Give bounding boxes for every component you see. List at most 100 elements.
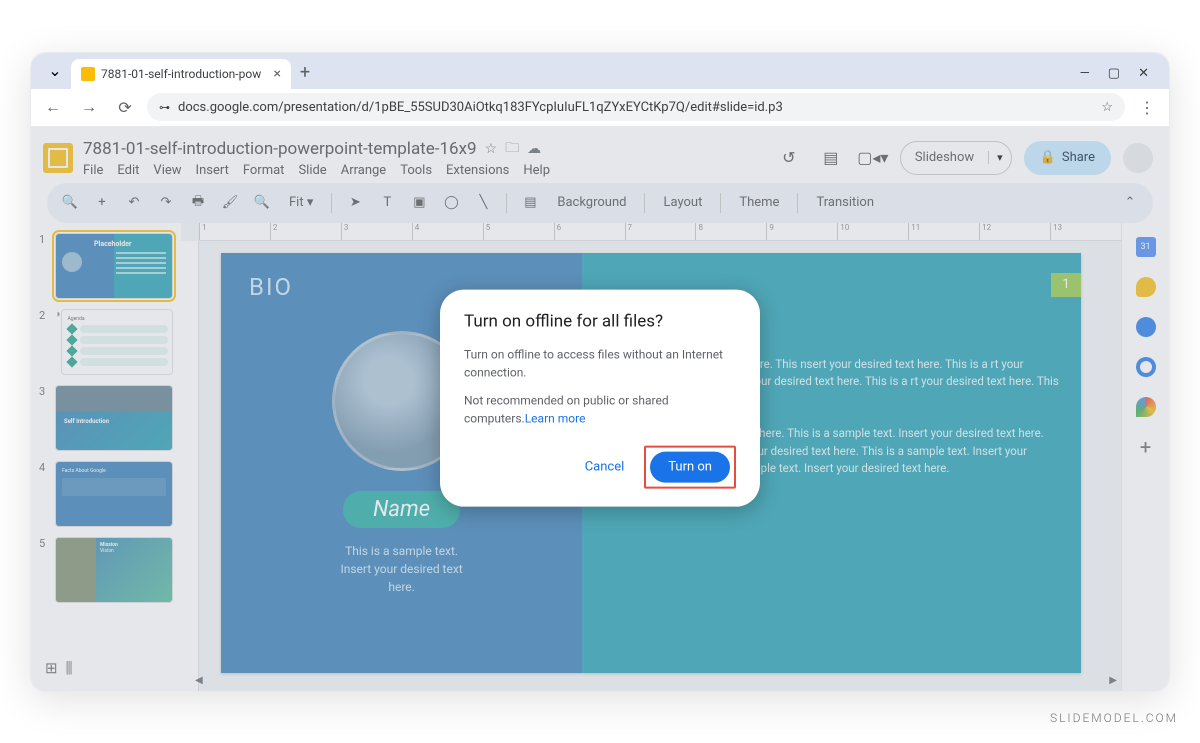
- addons-button[interactable]: +: [1136, 437, 1156, 457]
- modal-line-2: Not recommended on public or shared comp…: [464, 391, 736, 427]
- slideshow-dropdown[interactable]: ▾: [988, 151, 1011, 164]
- keep-icon[interactable]: [1136, 277, 1156, 297]
- background-button[interactable]: Background: [549, 195, 634, 210]
- doc-title[interactable]: 7881-01-self-introduction-powerpoint-tem…: [83, 139, 477, 159]
- thumbnail-panel: 1 Placeholder 2 ◑ Agenda 3: [31, 223, 181, 691]
- line-tool[interactable]: ╲: [470, 190, 496, 216]
- maps-icon[interactable]: [1136, 397, 1156, 417]
- select-tool[interactable]: ➤: [342, 190, 368, 216]
- shape-tool[interactable]: ◯: [438, 190, 464, 216]
- site-info-icon[interactable]: ⊶: [159, 101, 170, 114]
- menu-view[interactable]: View: [153, 163, 181, 178]
- slide-thumbnail-3[interactable]: Self Introduction: [55, 385, 173, 451]
- image-tool[interactable]: ▣: [406, 190, 432, 216]
- theme-button[interactable]: Theme: [731, 195, 787, 210]
- print-button[interactable]: 🖶: [185, 190, 211, 216]
- collapse-toolbar-button[interactable]: ⌃: [1117, 190, 1143, 216]
- browser-menu-button[interactable]: ⋮: [1133, 93, 1161, 121]
- menu-edit[interactable]: Edit: [117, 163, 139, 178]
- menu-file[interactable]: File: [83, 163, 103, 178]
- vertical-ruler[interactable]: [181, 241, 199, 691]
- zoom-icon[interactable]: 🔍: [249, 190, 275, 216]
- slide-thumbnail-2[interactable]: Agenda: [61, 309, 173, 375]
- transition-button[interactable]: Transition: [808, 195, 882, 210]
- toolbar: 🔍 + ↶ ↷ 🖶 🖌 🔍 Fit ▾ ➤ T ▣ ◯ ╲ ▤ Backgrou…: [47, 183, 1153, 223]
- slides-favicon: [81, 67, 95, 81]
- horizontal-ruler[interactable]: 12 34 56 78 910 1112 13: [199, 223, 1121, 241]
- menu-insert[interactable]: Insert: [196, 163, 229, 178]
- paint-format-button[interactable]: 🖌: [217, 190, 243, 216]
- browser-window: ⌄ 7881-01-self-introduction-pow × + — ▢ …: [30, 52, 1170, 692]
- grid-view-button[interactable]: ⊞: [45, 659, 58, 677]
- slide-thumbnail-5[interactable]: MissionVision: [55, 537, 173, 603]
- redo-button[interactable]: ↷: [153, 190, 179, 216]
- menu-bar: File Edit View Insert Format Slide Arran…: [83, 163, 550, 178]
- meet-icon[interactable]: ▢◂▾: [858, 143, 888, 173]
- url-field[interactable]: ⊶ docs.google.com/presentation/d/1pBE_55…: [147, 93, 1125, 121]
- new-slide-button[interactable]: +: [89, 190, 115, 216]
- learn-more-link[interactable]: Learn more: [525, 411, 586, 425]
- turn-on-button[interactable]: Turn on: [650, 451, 730, 482]
- lock-icon: 🔒: [1040, 150, 1056, 165]
- scroll-right-button[interactable]: ▶: [1105, 675, 1121, 686]
- maximize-button[interactable]: ▢: [1108, 66, 1120, 81]
- reload-button[interactable]: ⟳: [111, 93, 139, 121]
- contacts-icon[interactable]: [1136, 357, 1156, 377]
- forward-button[interactable]: →: [75, 93, 103, 121]
- close-window-button[interactable]: ✕: [1138, 66, 1149, 81]
- comments-icon[interactable]: ▤: [816, 143, 846, 173]
- calendar-icon[interactable]: [1136, 237, 1156, 257]
- offline-modal: Turn on offline for all files? Turn on o…: [440, 289, 760, 506]
- tab-strip: ⌄ 7881-01-self-introduction-pow × + — ▢ …: [31, 53, 1169, 89]
- new-tab-button[interactable]: +: [291, 59, 319, 87]
- modal-line-1: Turn on offline to access files without …: [464, 345, 736, 381]
- zoom-select[interactable]: Fit ▾: [281, 195, 321, 210]
- watermark: SLIDEMODEL.COM: [1050, 711, 1178, 725]
- slide-number-badge: 1: [1051, 273, 1081, 297]
- slide-thumbnail-4[interactable]: Facts About Google: [55, 461, 173, 527]
- tab-title: 7881-01-self-introduction-pow: [101, 67, 261, 81]
- close-tab-icon[interactable]: ×: [274, 66, 281, 82]
- menu-extensions[interactable]: Extensions: [446, 163, 509, 178]
- menu-slide[interactable]: Slide: [298, 163, 326, 178]
- layout-button[interactable]: Layout: [655, 195, 710, 210]
- menu-format[interactable]: Format: [243, 163, 285, 178]
- url-text: docs.google.com/presentation/d/1pBE_55SU…: [178, 100, 783, 115]
- slideshow-button[interactable]: Slideshow ▾: [900, 141, 1012, 175]
- horizontal-scrollbar[interactable]: ◀ ▶: [191, 675, 1121, 687]
- speaker-notes-icon: ◑: [54, 309, 60, 320]
- menu-tools[interactable]: Tools: [400, 163, 432, 178]
- cancel-button[interactable]: Cancel: [573, 451, 637, 482]
- back-button[interactable]: ←: [39, 93, 67, 121]
- account-avatar[interactable]: [1123, 143, 1153, 173]
- side-panel: +: [1121, 223, 1169, 691]
- sample-text-left: This is a sample text. Insert your desir…: [241, 542, 562, 596]
- cloud-status-icon[interactable]: ☁: [527, 141, 541, 157]
- history-icon[interactable]: ↺: [774, 143, 804, 173]
- undo-button[interactable]: ↶: [121, 190, 147, 216]
- scroll-left-button[interactable]: ◀: [191, 675, 207, 686]
- view-toggle: ⊞ ⫼: [45, 659, 72, 677]
- browser-tab[interactable]: 7881-01-self-introduction-pow ×: [71, 59, 291, 89]
- window-controls: — ▢ ✕: [1080, 66, 1161, 89]
- menu-arrange[interactable]: Arrange: [341, 163, 386, 178]
- share-button[interactable]: 🔒 Share: [1024, 141, 1111, 175]
- search-icon[interactable]: 🔍: [57, 190, 83, 216]
- menu-help[interactable]: Help: [523, 163, 550, 178]
- bookmark-icon[interactable]: ☆: [1101, 100, 1113, 115]
- textbox-tool[interactable]: T: [374, 190, 400, 216]
- move-icon[interactable]: 🗀: [505, 137, 519, 161]
- slides-logo-icon[interactable]: [43, 143, 73, 173]
- comment-button[interactable]: ▤: [517, 190, 543, 216]
- modal-title: Turn on offline for all files?: [464, 311, 736, 331]
- star-icon[interactable]: ☆: [485, 141, 498, 157]
- address-bar: ← → ⟳ ⊶ docs.google.com/presentation/d/1…: [31, 89, 1169, 127]
- filmstrip-view-button[interactable]: ⫼: [66, 659, 73, 677]
- tabs-dropdown-button[interactable]: ⌄: [43, 59, 67, 83]
- slides-header: 7881-01-self-introduction-powerpoint-tem…: [31, 127, 1169, 183]
- slide-thumbnail-1[interactable]: Placeholder: [55, 233, 173, 299]
- minimize-button[interactable]: —: [1080, 66, 1090, 81]
- tasks-icon[interactable]: [1136, 317, 1156, 337]
- turn-on-highlight: Turn on: [644, 445, 736, 488]
- app-area: 7881-01-self-introduction-powerpoint-tem…: [31, 127, 1169, 691]
